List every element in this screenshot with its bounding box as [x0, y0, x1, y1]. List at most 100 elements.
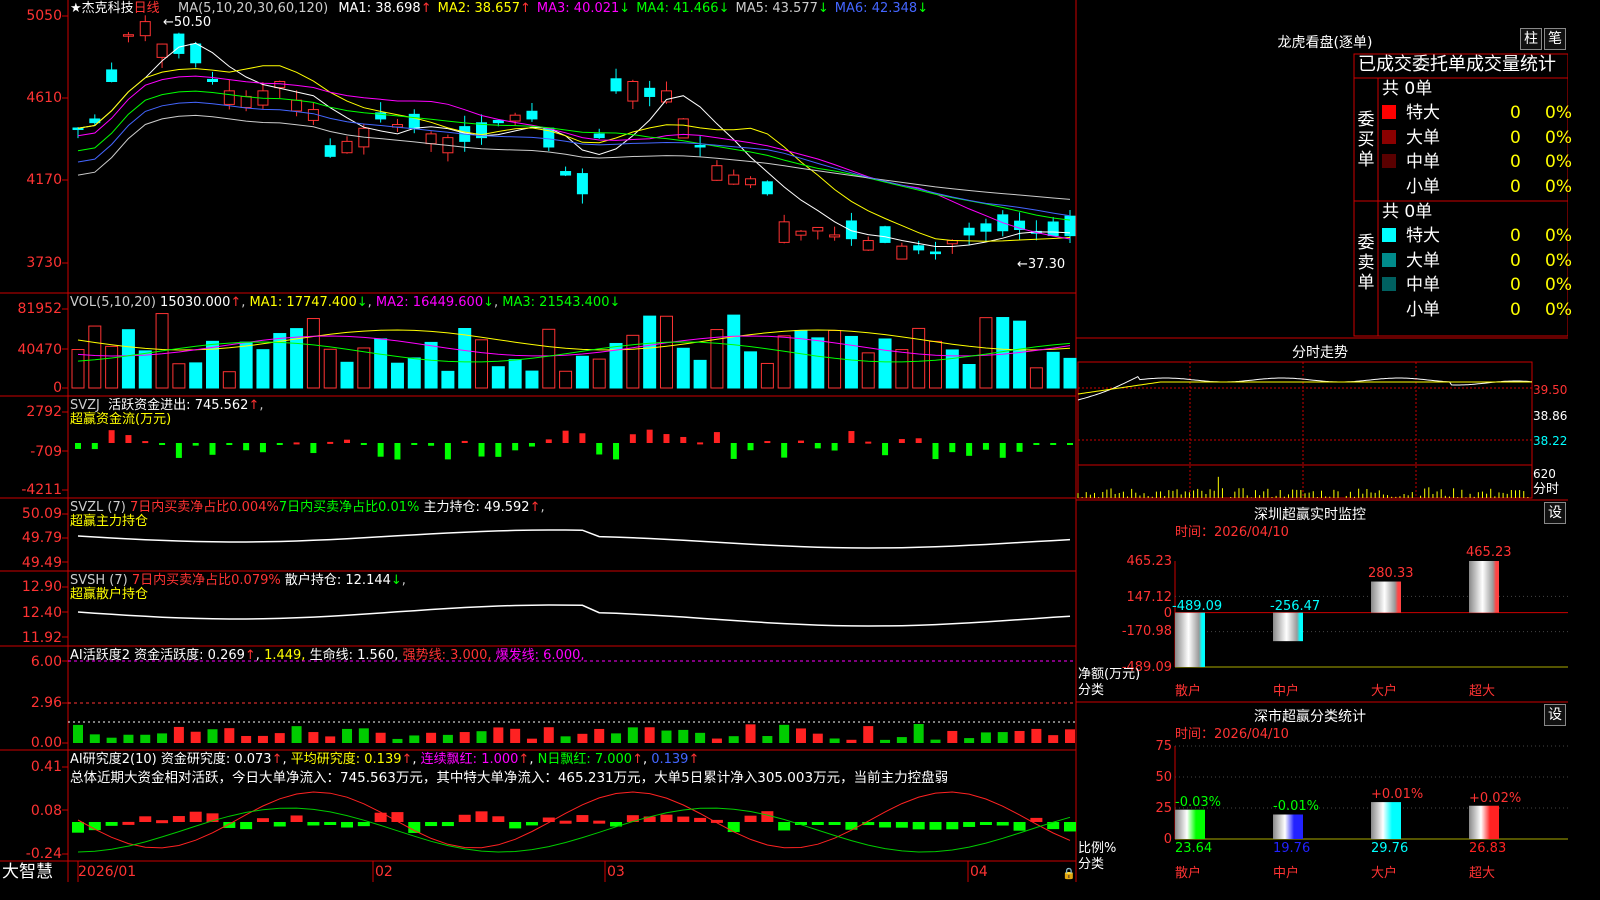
svzj-bar-45	[831, 443, 838, 451]
ai1-bar-7	[190, 731, 201, 743]
vol-bar-34	[643, 315, 657, 389]
cls-axis-0: 75	[1155, 739, 1172, 754]
ai2-bar-49	[895, 822, 908, 828]
svzl-subtitle: 超赢主力持仓	[70, 514, 149, 529]
vol-bar-24	[475, 339, 489, 389]
cls-settings-button[interactable]: 设	[1544, 704, 1566, 726]
ai1-axis-0: 6.00	[30, 654, 62, 670]
ai2-green-line	[77, 807, 1071, 853]
svzj-bar-8	[209, 443, 216, 455]
ai2-bar-10	[240, 822, 253, 830]
cls-axis-2: 25	[1155, 801, 1172, 816]
svzj-bar-25	[495, 443, 502, 457]
ai1-bar-26	[510, 728, 521, 743]
cls-bar-category-2: 大户	[1371, 866, 1398, 881]
ai1-bar-59	[1065, 729, 1075, 743]
svsh-subtitle: 超赢散户持仓	[70, 587, 149, 602]
vol-bar-9	[222, 371, 236, 389]
sz-bar-category-3: 超大	[1469, 684, 1496, 699]
ai1-bar-15	[325, 736, 336, 743]
ai1-bar-9	[224, 728, 235, 743]
vol-bar-7	[189, 362, 203, 389]
ai1-bar-40	[745, 724, 756, 743]
svzj-bar-47	[865, 441, 872, 444]
ai1-bar-55	[997, 732, 1008, 743]
svzj-bar-33	[629, 434, 636, 443]
candle-body-54	[980, 223, 992, 232]
ai1-bar-35	[661, 730, 672, 743]
lock-icon[interactable]: 🔒	[1062, 866, 1076, 881]
cls-bar-value-1: 19.76	[1273, 841, 1311, 856]
vol-bar-18	[374, 338, 388, 389]
svzj-bar-34	[646, 429, 653, 443]
svzl-header: SVZL (7) 7日内买卖净占比0.004%7日内买卖净占比0.01% 主力持…	[70, 500, 545, 515]
candle-body-3	[122, 34, 134, 37]
stock-terminal: ★杰克科技日线 MA(5,10,20,30,60,120) MA1: 38.69…	[0, 0, 1572, 882]
sz-axis-0: 465.23	[1126, 554, 1173, 569]
svzj-bar-6	[175, 443, 182, 458]
low-price-label: ←37.30	[1017, 257, 1066, 272]
svzj-bar-31	[596, 443, 603, 455]
intraday-title[interactable]: 分时走势	[1260, 342, 1380, 362]
svzj-bar-44	[814, 443, 821, 449]
ai2-bar-14	[307, 822, 320, 826]
svzj-bar-16	[344, 439, 351, 443]
sell-row-0: 特大	[1382, 226, 1440, 248]
ma-items: MA1: 38.698↑ MA2: 38.657↑ MA3: 40.021↓ MA4:…	[332, 1, 928, 16]
svzj-bar-22	[444, 443, 451, 460]
ai1-axis-1: 2.96	[30, 695, 62, 711]
candle-body-9	[223, 90, 235, 105]
vol-bar-42	[777, 335, 791, 389]
candle-body-26	[509, 114, 521, 122]
svzj-bar-38	[713, 432, 720, 443]
ai2-bar-39	[727, 822, 740, 833]
svzj-bar-17	[360, 443, 367, 445]
vol-bar-31	[592, 358, 606, 389]
svzj-bar-26	[512, 443, 519, 451]
date-label-3: 04	[970, 864, 988, 880]
svzj-bar-7	[192, 443, 199, 446]
ai1-bar-1	[89, 734, 100, 743]
ai1-bar-41	[762, 736, 773, 743]
ai1-bar-42	[779, 724, 790, 743]
ma-line-6	[77, 101, 1071, 217]
ai2-bar-29	[559, 820, 572, 824]
svzj-bar-18	[377, 443, 384, 457]
vol-bar-36	[676, 347, 690, 389]
sell-pct-1: 0%	[1545, 250, 1572, 271]
vol-bar-51	[928, 340, 942, 389]
app-logo[interactable]: 大智慧	[2, 863, 53, 882]
sz-settings-button[interactable]: 设	[1544, 502, 1566, 524]
ai2-bar-44	[811, 822, 824, 825]
ai1-bar-11	[257, 735, 268, 743]
candle-body-38	[711, 165, 723, 181]
ai1-bar-3	[123, 734, 134, 743]
ai1-bar-49	[896, 737, 907, 743]
tick-mode-button[interactable]: 笔	[1544, 28, 1566, 50]
svzl-axis-2: 49.49	[21, 555, 62, 571]
sz-bar-category-2: 大户	[1371, 684, 1398, 699]
bar-mode-button[interactable]: 柱	[1520, 28, 1542, 50]
cls-bar-2	[1371, 802, 1401, 839]
ai2-bar-21	[425, 822, 438, 827]
candle-body-48	[879, 226, 891, 243]
ai1-bar-36	[678, 729, 689, 743]
ai2-bar-6	[172, 816, 185, 822]
buy-side-label: 委买单	[1357, 110, 1375, 170]
candle-body-7	[190, 43, 202, 64]
cls-ylabel: 比例%	[1078, 841, 1117, 856]
date-label-2: 03	[607, 864, 625, 880]
vol-bar-11	[256, 349, 270, 389]
candle-body-51	[929, 251, 941, 255]
vol-bar-39	[727, 314, 741, 389]
svzj-bar-23	[461, 440, 468, 443]
stock-name[interactable]: ★杰克科技	[70, 1, 134, 16]
ai2-bar-19	[391, 812, 404, 822]
vol-axis-0: 81952	[17, 301, 62, 317]
vol-bar-14	[306, 318, 320, 389]
buy-value-3: 0	[1510, 176, 1521, 197]
stock-title[interactable]: ★杰克科技日线	[70, 1, 160, 16]
period-label[interactable]: 日线	[134, 1, 160, 16]
cls-time: 时间：2026/04/10	[1175, 727, 1289, 742]
candle-body-27	[526, 110, 538, 120]
